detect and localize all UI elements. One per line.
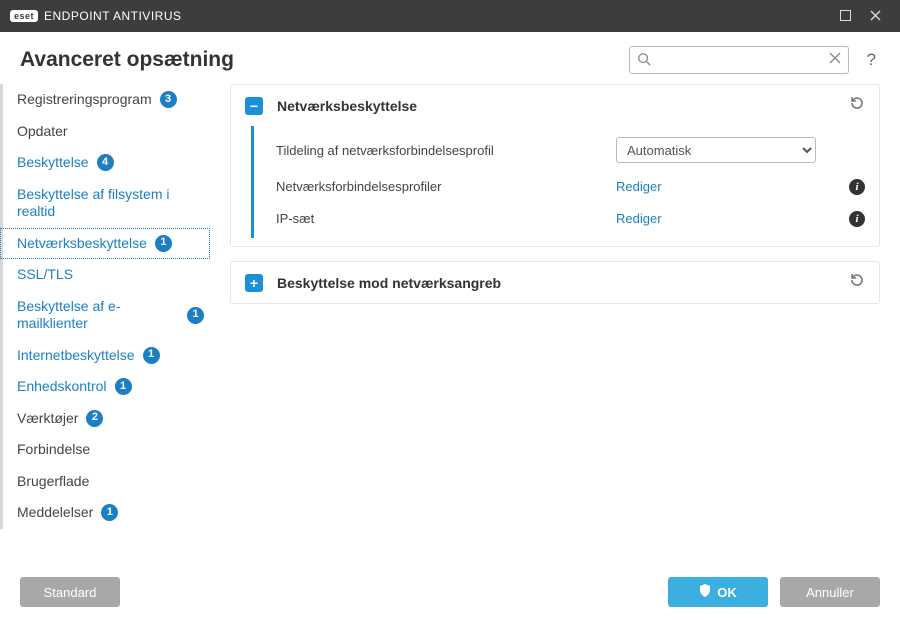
window-close-button[interactable]	[860, 9, 890, 24]
titlebar: eset ENDPOINT ANTIVIRUS	[0, 0, 900, 32]
sidebar-item-label: Forbindelse	[17, 441, 90, 459]
ok-button[interactable]: OK	[668, 577, 768, 607]
badge: 1	[143, 347, 160, 364]
panel-title: Beskyttelse mod netværksangreb	[277, 275, 849, 291]
panel-title: Netværksbeskyttelse	[277, 98, 849, 114]
sidebar-item-label: Registreringsprogram	[17, 91, 152, 109]
page-title: Avanceret opsætning	[20, 48, 234, 72]
info-icon[interactable]: i	[849, 177, 865, 195]
collapse-icon: −	[245, 97, 263, 115]
sidebar-item-label: Beskyttelse af e-mailklienter	[17, 298, 179, 333]
edit-profiles-link[interactable]: Rediger	[616, 179, 662, 194]
sidebar: Registreringsprogram 3 Opdater Beskyttelse 4…	[0, 84, 220, 560]
badge: 2	[86, 410, 103, 427]
info-icon[interactable]: i	[849, 209, 865, 227]
sidebar-item-internetbeskyttelse[interactable]: Internetbeskyttelse 1	[0, 340, 210, 372]
search-input[interactable]	[629, 46, 849, 74]
sidebar-item-label: Meddelelser	[17, 504, 93, 522]
sidebar-item-label: SSL/TLS	[17, 266, 73, 284]
sidebar-item-ssl-tls[interactable]: SSL/TLS	[0, 259, 210, 291]
sidebar-item-label: Beskyttelse af filsystem i realtid	[17, 186, 204, 221]
sidebar-item-label: Værktøjer	[17, 410, 78, 428]
help-button[interactable]: ?	[863, 48, 880, 72]
badge: 1	[115, 378, 132, 395]
sidebar-item-meddelelser[interactable]: Meddelelser 1	[0, 497, 210, 529]
sidebar-item-beskyttelse[interactable]: Beskyttelse 4	[0, 147, 210, 179]
default-button[interactable]: Standard	[20, 577, 120, 607]
row-ipsets: IP-sæt Rediger i	[276, 202, 865, 234]
sidebar-item-label: Netværksbeskyttelse	[17, 235, 147, 253]
sidebar-item-label: Enhedskontrol	[17, 378, 107, 396]
sidebar-item-forbindelse[interactable]: Forbindelse	[0, 434, 210, 466]
panel-network-attack: + Beskyttelse mod netværksangreb	[230, 261, 880, 304]
reset-icon[interactable]	[849, 272, 865, 293]
brand-badge: eset	[10, 10, 38, 22]
brand: eset ENDPOINT ANTIVIRUS	[10, 9, 181, 23]
clear-search-icon[interactable]	[829, 51, 841, 68]
cancel-button[interactable]: Annuller	[780, 577, 880, 607]
edit-ipsets-link[interactable]: Rediger	[616, 211, 662, 226]
panel-body-network: Tildeling af netværksforbindelsesprofil …	[251, 126, 879, 238]
search-wrap	[629, 46, 849, 74]
ok-label: OK	[717, 585, 737, 600]
sidebar-item-opdater[interactable]: Opdater	[0, 116, 210, 148]
sidebar-item-enhedskontrol[interactable]: Enhedskontrol 1	[0, 371, 210, 403]
content: − Netværksbeskyttelse Tildeling af netvæ…	[220, 84, 900, 560]
window-maximize-button[interactable]	[830, 9, 860, 24]
row-profile-assign: Tildeling af netværksforbindelsesprofil …	[276, 130, 865, 170]
row-profiles: Netværksforbindelsesprofiler Rediger i	[276, 170, 865, 202]
badge: 1	[101, 504, 118, 521]
panel-header-attack[interactable]: + Beskyttelse mod netværksangreb	[231, 262, 879, 303]
sidebar-item-label: Beskyttelse	[17, 154, 89, 172]
reset-icon[interactable]	[849, 95, 865, 116]
badge: 4	[97, 154, 114, 171]
sidebar-item-label: Internetbeskyttelse	[17, 347, 135, 365]
shield-icon	[699, 584, 711, 600]
sidebar-item-beskyttelse-af-filsystem-i-realtid[interactable]: Beskyttelse af filsystem i realtid	[0, 179, 210, 228]
sidebar-item-netv-rksbeskyttelse[interactable]: Netværksbeskyttelse 1	[0, 228, 210, 260]
row-label: Tildeling af netværksforbindelsesprofil	[276, 143, 616, 158]
sidebar-item-beskyttelse-af-e-mailklienter[interactable]: Beskyttelse af e-mailklienter 1	[0, 291, 210, 340]
row-label: IP-sæt	[276, 211, 616, 226]
badge: 1	[155, 235, 172, 252]
panel-network-protection: − Netværksbeskyttelse Tildeling af netvæ…	[230, 84, 880, 247]
footer: Standard OK Annuller	[0, 564, 900, 620]
header: Avanceret opsætning ?	[0, 32, 900, 84]
expand-icon: +	[245, 274, 263, 292]
badge: 1	[187, 307, 204, 324]
badge: 3	[160, 91, 177, 108]
sidebar-item-brugerflade[interactable]: Brugerflade	[0, 466, 210, 498]
sidebar-item-label: Opdater	[17, 123, 68, 141]
sidebar-item-label: Brugerflade	[17, 473, 89, 491]
brand-text: ENDPOINT ANTIVIRUS	[44, 9, 181, 23]
row-label: Netværksforbindelsesprofiler	[276, 179, 616, 194]
profile-assign-select[interactable]: Automatisk	[616, 137, 816, 163]
panel-header-network[interactable]: − Netværksbeskyttelse	[231, 85, 879, 126]
sidebar-item-v-rkt-jer[interactable]: Værktøjer 2	[0, 403, 210, 435]
sidebar-item-registreringsprogram[interactable]: Registreringsprogram 3	[0, 84, 210, 116]
